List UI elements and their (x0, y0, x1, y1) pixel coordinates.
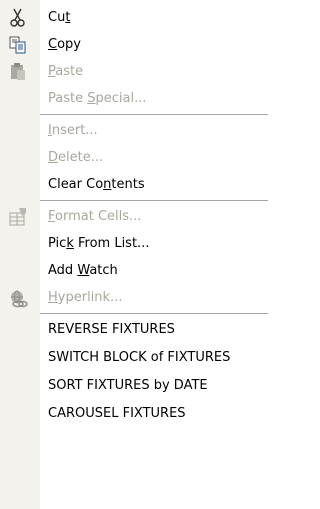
hyperlink-icon (11, 290, 28, 308)
menu-item-label: SWITCH BLOCK of FIXTURES (48, 350, 231, 365)
menu-item-label: Add Watch (48, 263, 118, 278)
menu-separator (40, 200, 268, 201)
menu-item-sort-fixtures-by-date[interactable]: SORT FIXTURES by DATE (0, 372, 268, 399)
copy-icon (9, 36, 26, 54)
menu-item-label: Cut (48, 10, 71, 25)
menu-item-reverse-fixtures[interactable]: REVERSE FIXTURES (0, 316, 268, 343)
context-menu: Cut Copy Paste Paste Special... Insert..… (0, 0, 268, 509)
menu-item-label: Format Cells... (48, 209, 142, 224)
menu-item-format-cells[interactable]: Format Cells... (0, 203, 268, 230)
menu-item-label: Paste (48, 64, 84, 79)
menu-item-label: Paste Special... (48, 91, 147, 106)
menu-item-label: Insert... (48, 123, 98, 138)
menu-item-label: SORT FIXTURES by DATE (48, 378, 208, 393)
menu-item-label: Pick From List... (48, 236, 150, 251)
menu-item-label: Copy (48, 37, 81, 52)
menu-item-label: Delete... (48, 150, 104, 165)
menu-item-clear-contents[interactable]: Clear Contents (0, 171, 268, 198)
menu-item-paste-special[interactable]: Paste Special... (0, 85, 268, 112)
menu-item-label: Clear Contents (48, 177, 145, 192)
menu-item-cut[interactable]: Cut (0, 4, 268, 31)
paste-icon (11, 63, 25, 80)
menu-item-label: REVERSE FIXTURES (48, 322, 175, 337)
menu-item-label: Hyperlink... (48, 290, 123, 305)
menu-separator (40, 114, 268, 115)
menu-item-hyperlink[interactable]: Hyperlink... (0, 284, 268, 311)
menu-item-copy[interactable]: Copy (0, 31, 268, 58)
menu-item-paste[interactable]: Paste (0, 58, 268, 85)
format-cells-icon (9, 208, 26, 226)
menu-item-switch-block-of-fixtures[interactable]: SWITCH BLOCK of FIXTURES (0, 344, 268, 371)
menu-item-label: CAROUSEL FIXTURES (48, 406, 186, 421)
menu-item-insert[interactable]: Insert... (0, 117, 268, 144)
menu-item-delete[interactable]: Delete... (0, 144, 268, 171)
scissors-icon (10, 8, 25, 27)
menu-separator (40, 313, 268, 314)
menu-item-pick-from-list[interactable]: Pick From List... (0, 230, 268, 257)
menu-item-add-watch[interactable]: Add Watch (0, 257, 268, 284)
menu-item-carousel-fixtures[interactable]: CAROUSEL FIXTURES (0, 400, 268, 427)
